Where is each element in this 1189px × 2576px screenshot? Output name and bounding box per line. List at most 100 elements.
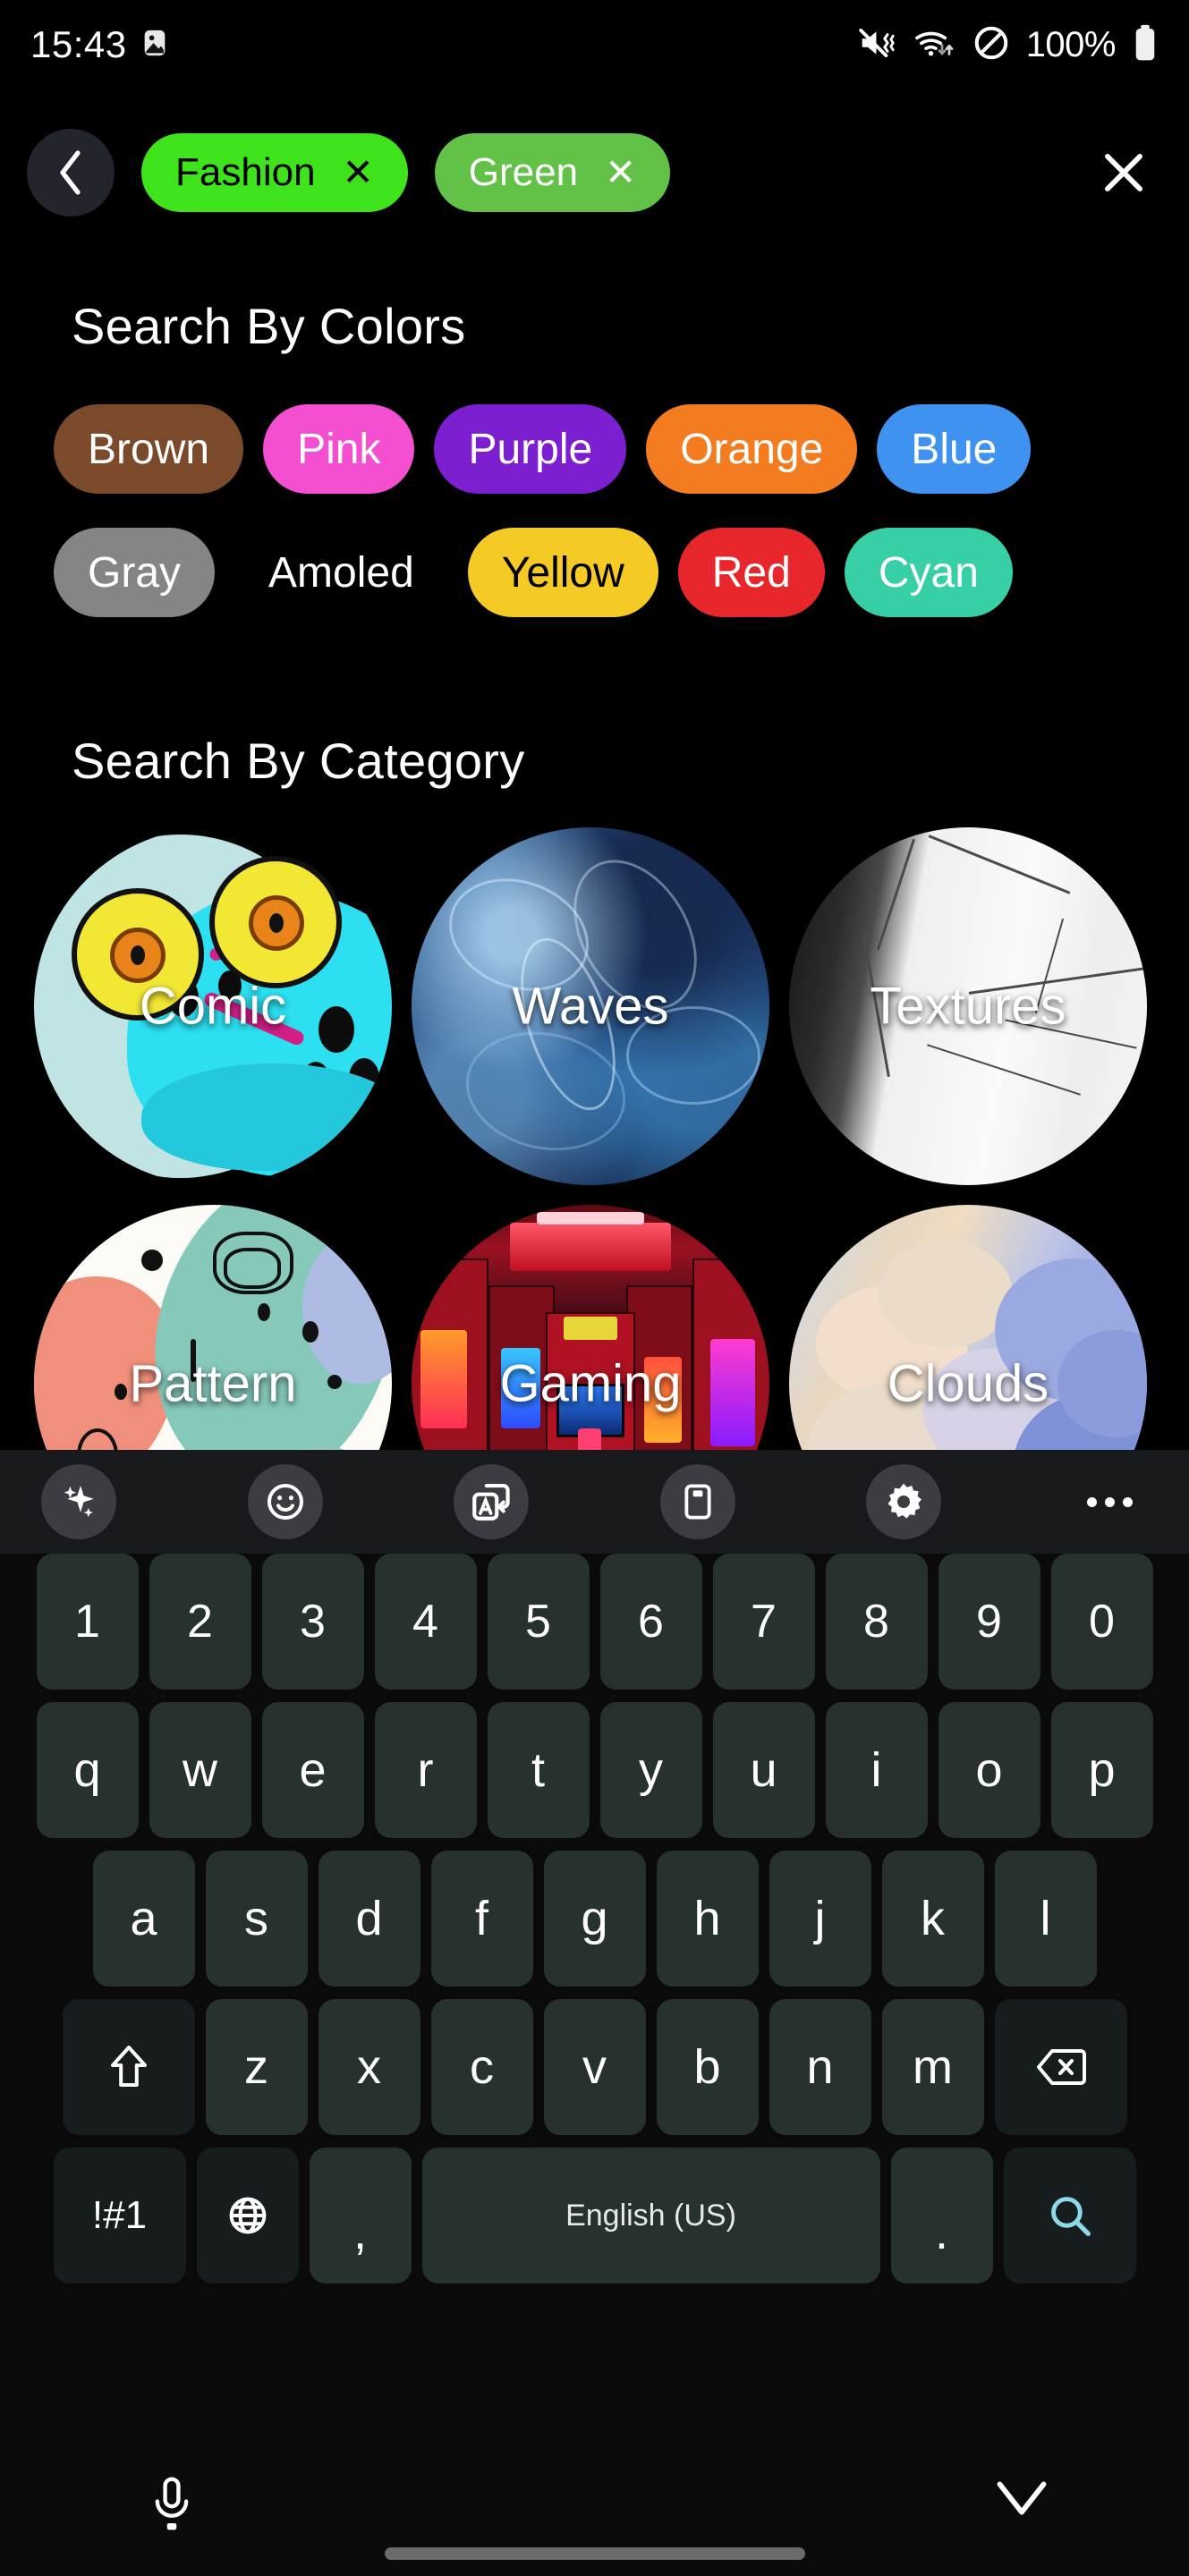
key-c[interactable]: c (430, 1999, 533, 2135)
clipboard-icon[interactable] (659, 1464, 735, 1539)
status-bar: 15:43 100% (0, 0, 1189, 89)
key-z[interactable]: z (205, 1999, 308, 2135)
key-f[interactable]: f (430, 1851, 533, 1987)
key-s[interactable]: s (205, 1851, 308, 1987)
more-options-icon[interactable] (1073, 1464, 1148, 1539)
gear-icon[interactable] (866, 1464, 942, 1539)
backspace-key[interactable] (994, 1999, 1127, 2135)
key-9[interactable]: 9 (938, 1554, 1040, 1690)
key-q[interactable]: q (36, 1702, 139, 1838)
key-8[interactable]: 8 (825, 1554, 928, 1690)
pill-label: Gray (88, 548, 182, 597)
key-y[interactable]: y (599, 1702, 702, 1838)
color-pill-purple[interactable]: Purple (434, 404, 627, 494)
do-not-disturb-icon (972, 24, 1010, 66)
color-pill-pink[interactable]: Pink (263, 404, 415, 494)
mute-vibrate-icon (858, 25, 897, 65)
emoji-icon[interactable] (247, 1464, 323, 1539)
pill-label: Orange (680, 425, 824, 473)
pill-label: Red (711, 548, 791, 597)
virtual-keyboard: 1 2 3 4 5 6 7 8 9 0 q w e r t y u i o p … (0, 1450, 1189, 2576)
color-pill-blue[interactable]: Blue (877, 404, 1032, 494)
category-item-textures[interactable]: Textures (789, 827, 1147, 1185)
key-x[interactable]: x (318, 1999, 420, 2135)
period-key[interactable]: . (890, 2148, 993, 2284)
chip-label: Fashion (175, 150, 316, 194)
key-l[interactable]: l (994, 1851, 1097, 1987)
shift-key[interactable] (62, 1999, 195, 2135)
keyboard-row-bottom: z x c v b n m (0, 1999, 1189, 2135)
key-r[interactable]: r (374, 1702, 477, 1838)
translate-icon[interactable] (454, 1464, 530, 1539)
key-k[interactable]: k (881, 1851, 984, 1987)
category-item-comic[interactable]: Comic (34, 827, 392, 1185)
microphone-icon[interactable] (150, 2474, 193, 2539)
key-u[interactable]: u (712, 1702, 815, 1838)
chevron-down-icon[interactable] (996, 2479, 1048, 2521)
color-pill-red[interactable]: Red (677, 528, 825, 617)
category-label: Waves (512, 977, 669, 1036)
key-h[interactable]: h (656, 1851, 759, 1987)
color-pill-amoled[interactable]: Amoled (234, 528, 448, 617)
key-d[interactable]: d (318, 1851, 420, 1987)
backspace-icon (1036, 2049, 1086, 2085)
symbols-key[interactable]: !#1 (53, 2148, 186, 2284)
key-o[interactable]: o (938, 1702, 1040, 1838)
key-7[interactable]: 7 (712, 1554, 815, 1690)
category-section-title: Search By Category (72, 733, 525, 789)
clear-all-button[interactable] (1085, 134, 1162, 211)
chip-remove-icon[interactable]: ✕ (343, 154, 374, 191)
color-pill-brown[interactable]: Brown (54, 404, 244, 494)
pill-label: Blue (911, 425, 998, 473)
key-n[interactable]: n (769, 1999, 871, 2135)
filter-chip-fashion[interactable]: Fashion ✕ (141, 133, 408, 212)
key-5[interactable]: 5 (487, 1554, 590, 1690)
key-v[interactable]: v (543, 1999, 646, 2135)
app-screen: 15:43 100% Fashion ✕ Green ✕ Search By C… (0, 0, 1189, 2576)
key-0[interactable]: 0 (1050, 1554, 1153, 1690)
language-globe-key[interactable] (196, 2148, 299, 2284)
key-w[interactable]: w (149, 1702, 251, 1838)
key-e[interactable]: e (261, 1702, 364, 1838)
key-i[interactable]: i (825, 1702, 928, 1838)
close-icon (1104, 153, 1143, 192)
key-3[interactable]: 3 (261, 1554, 364, 1690)
globe-icon (229, 2197, 266, 2234)
comma-key[interactable]: , (309, 2148, 412, 2284)
status-time: 15:43 (30, 23, 127, 65)
key-g[interactable]: g (543, 1851, 646, 1987)
battery-icon (1132, 23, 1159, 67)
key-t[interactable]: t (487, 1702, 590, 1838)
keyboard-row-space: !#1 , English (US) . (0, 2148, 1189, 2284)
category-item-waves[interactable]: Waves (412, 827, 769, 1185)
key-1[interactable]: 1 (36, 1554, 139, 1690)
keyboard-toolbar (0, 1450, 1189, 1554)
shift-arrow-icon (110, 2046, 147, 2087)
key-a[interactable]: a (92, 1851, 195, 1987)
gesture-navigation-bar[interactable] (384, 2547, 805, 2560)
category-label: Comic (139, 977, 287, 1036)
filter-chip-green[interactable]: Green ✕ (434, 133, 671, 212)
pill-label: Pink (297, 425, 381, 473)
key-2[interactable]: 2 (149, 1554, 251, 1690)
color-pill-row-2: Gray Amoled Yellow Red Cyan (54, 528, 1013, 617)
color-pill-orange[interactable]: Orange (646, 404, 858, 494)
chip-remove-icon[interactable]: ✕ (605, 154, 636, 191)
search-key[interactable] (1003, 2148, 1136, 2284)
color-pill-yellow[interactable]: Yellow (467, 528, 658, 617)
color-pill-gray[interactable]: Gray (54, 528, 216, 617)
pill-label: Yellow (501, 548, 624, 597)
back-button[interactable] (27, 129, 115, 216)
key-b[interactable]: b (656, 1999, 759, 2135)
image-icon (140, 28, 170, 63)
color-pill-cyan[interactable]: Cyan (844, 528, 1013, 617)
space-key[interactable]: English (US) (421, 2148, 880, 2284)
colors-section-title: Search By Colors (72, 298, 466, 354)
key-j[interactable]: j (769, 1851, 871, 1987)
category-label: Pattern (129, 1354, 297, 1413)
key-6[interactable]: 6 (599, 1554, 702, 1690)
sparkles-icon[interactable] (41, 1464, 116, 1539)
key-p[interactable]: p (1050, 1702, 1153, 1838)
key-m[interactable]: m (881, 1999, 984, 2135)
key-4[interactable]: 4 (374, 1554, 477, 1690)
